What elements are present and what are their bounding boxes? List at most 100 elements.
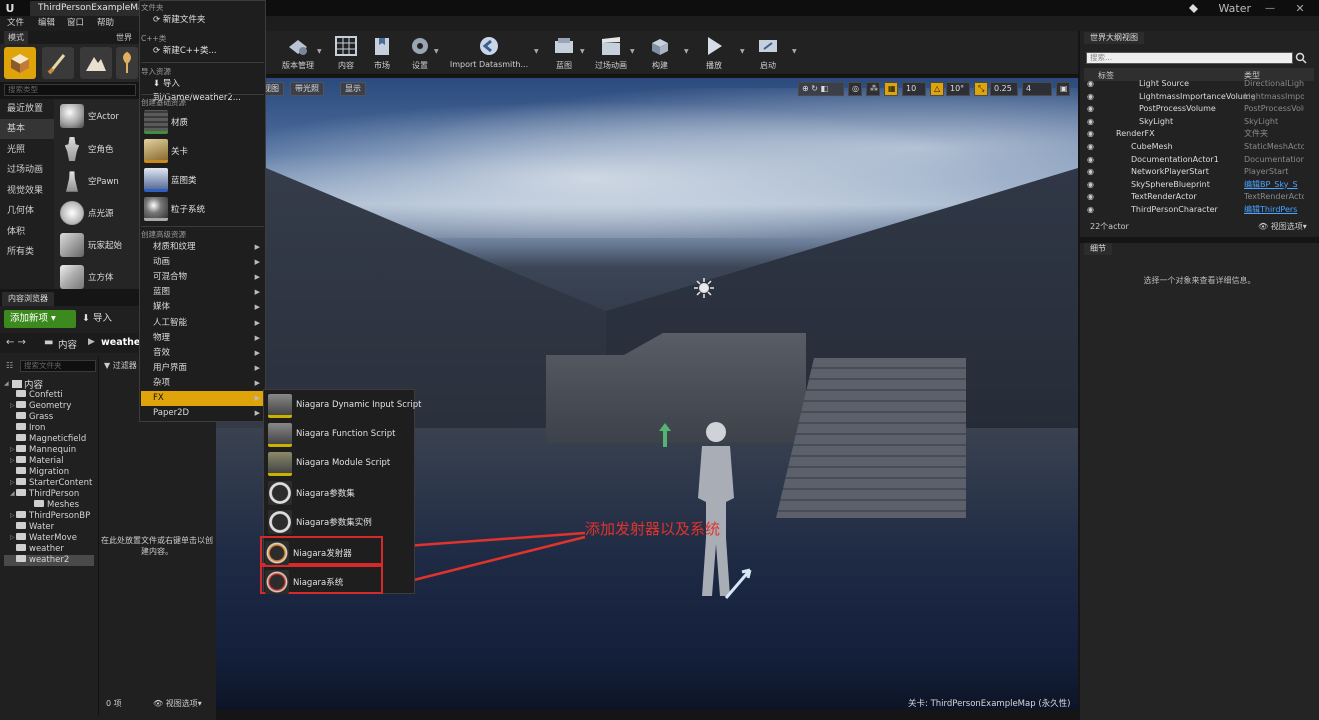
outliner-row[interactable]: ◉ RenderFX 文件夹 [1084, 128, 1309, 141]
transform-tools[interactable]: ⊕ ↻ ◧ [798, 82, 844, 96]
light-source-icon[interactable] [694, 278, 714, 298]
sources-toggle-icon[interactable]: ☷ [6, 361, 13, 370]
landscape-mode-button[interactable] [80, 47, 112, 79]
folder-tree-item[interactable]: StarterContent [16, 478, 92, 489]
category-lights[interactable]: 光照 [0, 140, 54, 160]
fx-menu-item[interactable]: Niagara参数集 [265, 478, 413, 507]
category-basic[interactable]: 基本 [0, 119, 54, 139]
folder-tree-item[interactable]: Iron [16, 423, 45, 434]
rotation-snap-value[interactable]: 10° [946, 82, 970, 96]
add-new-button[interactable]: 添加新项 ▾ [4, 310, 76, 328]
launch-button[interactable]: 启动 [744, 33, 792, 73]
visibility-eye-icon[interactable]: ◉ [1087, 141, 1097, 154]
visibility-eye-icon[interactable]: ◉ [1087, 179, 1097, 192]
folder-tree-item[interactable]: ThirdPersonBP [16, 511, 90, 522]
outliner-row[interactable]: ◉ TextRenderActor TextRenderActo [1084, 191, 1309, 204]
category-all-classes[interactable]: 所有类 [0, 242, 54, 262]
filters-button[interactable]: ▼ 过滤器 [104, 360, 137, 371]
outliner-row[interactable]: ◉ LightmassImportanceVolume LightmassImpor [1084, 91, 1309, 104]
cinematics-button[interactable]: 过场动画 [586, 33, 636, 73]
expand-caret-icon[interactable]: ▷ [10, 512, 15, 519]
scale-snap-value[interactable]: 0.25 [990, 82, 1018, 96]
expand-caret-icon[interactable]: ▷ [10, 534, 15, 541]
folder-tree-item[interactable]: Mannequin [16, 445, 76, 456]
build-button[interactable]: 构建 [636, 33, 684, 73]
visibility-eye-icon[interactable]: ◉ [1087, 116, 1097, 129]
outliner-row[interactable]: ◉ CubeMesh StaticMeshActo [1084, 141, 1309, 154]
fx-menu-item[interactable]: Niagara Dynamic Input Script [265, 391, 422, 420]
player-start-marker-icon[interactable] [659, 423, 671, 447]
expand-caret-icon[interactable]: ◢ [4, 380, 9, 387]
place-item-point-light[interactable]: 点光源 [58, 198, 138, 228]
visibility-eye-icon[interactable]: ◉ [1087, 91, 1097, 104]
viewport-show-button[interactable]: 显示 [340, 82, 366, 96]
modes-search-input[interactable]: 搜索类型 [4, 84, 136, 96]
outliner-row[interactable]: ◉ ThirdPersonCharacter 编辑ThirdPers [1084, 204, 1309, 217]
folder-tree-item[interactable]: weather2 [4, 555, 94, 566]
new-cpp-class-item[interactable]: ⟳ 新建C++类... [141, 44, 264, 58]
close-icon[interactable]: ✕ [1289, 0, 1311, 16]
expand-caret-icon[interactable]: ▷ [10, 402, 15, 409]
camera-speed-value[interactable]: 4 [1022, 82, 1052, 96]
menu-help[interactable]: 帮助 [97, 16, 114, 31]
advanced-asset-item[interactable]: 动画 ▶ [141, 255, 264, 270]
world-local-icon[interactable]: ◎ [848, 82, 862, 96]
actor-type[interactable]: 编辑BP_Sky_S [1244, 179, 1304, 192]
advanced-asset-item[interactable]: Paper2D ▶ [141, 406, 264, 421]
outliner-row[interactable]: ◉ PostProcessVolume PostProcessVolu [1084, 103, 1309, 116]
category-volumes[interactable]: 体积 [0, 222, 54, 242]
create-material-item[interactable]: 材质 [141, 108, 264, 136]
tab-content-browser[interactable]: 内容浏览器 [2, 292, 54, 306]
folder-search-input[interactable]: 搜索文件夹 [20, 360, 96, 372]
surface-snap-icon[interactable]: ⁂ [866, 82, 880, 96]
advanced-asset-item[interactable]: 材质和纹理 ▶ [141, 240, 264, 255]
outliner-row[interactable]: ◉ NetworkPlayerStart PlayerStart [1084, 166, 1309, 179]
folder-tree-item[interactable]: Meshes [34, 500, 79, 511]
category-geometry[interactable]: 几何体 [0, 201, 54, 221]
visibility-eye-icon[interactable]: ◉ [1087, 166, 1097, 179]
visibility-eye-icon[interactable]: ◉ [1087, 78, 1097, 91]
place-item-empty-actor[interactable]: 空Actor [58, 101, 138, 131]
scale-snap-icon[interactable]: ⤡ [974, 82, 988, 96]
fx-menu-item[interactable]: Niagara Function Script [265, 420, 413, 449]
advanced-asset-item[interactable]: 蓝图 ▶ [141, 285, 264, 300]
category-visual-effects[interactable]: 视觉效果 [0, 181, 54, 201]
fx-menu-item[interactable]: Niagara系统 [260, 565, 383, 594]
advanced-asset-item[interactable]: 可混合物 ▶ [141, 270, 264, 285]
advanced-asset-item[interactable]: FX ▶ [141, 391, 264, 406]
place-item-cube[interactable]: 立方体 [58, 262, 138, 292]
expand-caret-icon[interactable]: ▷ [10, 457, 15, 464]
dropdown-arrow-icon[interactable]: ▼ [792, 48, 798, 55]
grid-snap-value[interactable]: 10 [902, 82, 926, 96]
folder-tree-item[interactable]: WaterMove [16, 533, 77, 544]
tab-world[interactable]: 世界 [112, 31, 136, 44]
folder-tree-item[interactable]: Grass [16, 412, 53, 423]
folder-tree-item[interactable]: Geometry [16, 401, 71, 412]
visibility-eye-icon[interactable]: ◉ [1087, 191, 1097, 204]
import-datasmith-button[interactable]: Import Datasmith... [446, 33, 532, 73]
path-segment-content[interactable]: 内容 [58, 337, 77, 351]
actor-type[interactable]: 编辑ThirdPers [1244, 204, 1304, 217]
tab-modes[interactable]: 模式 [4, 31, 28, 44]
folder-tree-item[interactable]: Migration [16, 467, 69, 478]
rotation-snap-icon[interactable]: △ [930, 82, 944, 96]
outliner-row[interactable]: ◉ Light Source DirectionalLight [1084, 78, 1309, 91]
fx-menu-item[interactable]: Niagara发射器 [260, 536, 383, 565]
expand-caret-icon[interactable]: ◢ [10, 490, 15, 497]
folder-tree-item[interactable]: Water [16, 522, 54, 533]
pane-divider[interactable] [98, 356, 99, 716]
history-arrows-icon[interactable]: ← → [6, 337, 26, 348]
outliner-row[interactable]: ◉ SkySphereBlueprint 编辑BP_Sky_S [1084, 179, 1309, 192]
tree-root-content[interactable]: 内容 [12, 377, 43, 391]
place-mode-button[interactable] [4, 47, 36, 79]
content-view-options-button[interactable]: 👁 视图选项▾ [153, 698, 202, 709]
grid-snap-icon[interactable]: ▦ [884, 82, 898, 96]
visibility-eye-icon[interactable]: ◉ [1087, 204, 1097, 217]
outliner-row[interactable]: ◉ DocumentationActor1 Documentation [1084, 154, 1309, 167]
import-button[interactable]: ⬇ 导入 [82, 310, 112, 328]
viewport-lit-button[interactable]: 带光照 [290, 82, 324, 96]
outliner-search-input[interactable]: 搜索... [1086, 52, 1293, 64]
category-cinematic[interactable]: 过场动画 [0, 160, 54, 180]
minimize-icon[interactable]: — [1259, 0, 1281, 16]
visibility-eye-icon[interactable]: ◉ [1087, 154, 1097, 167]
